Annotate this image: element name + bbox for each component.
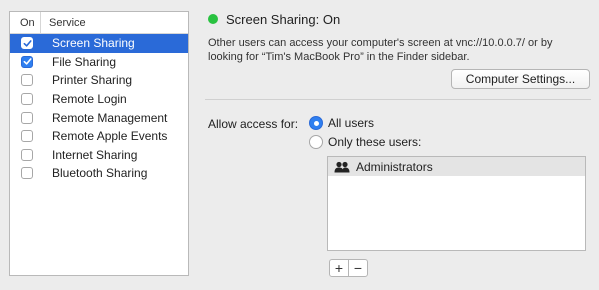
allow-access-label: Allow access for: xyxy=(208,117,299,131)
service-checkbox[interactable] xyxy=(21,130,33,143)
service-row[interactable]: Internet Sharing xyxy=(10,146,188,165)
service-checkbox[interactable] xyxy=(21,93,33,106)
users-list: Administrators xyxy=(327,156,586,251)
radio-all-users[interactable]: All users xyxy=(309,116,374,130)
remove-user-button[interactable]: − xyxy=(348,260,367,276)
radio-only-these-users[interactable]: Only these users: xyxy=(309,135,421,149)
service-checkbox[interactable] xyxy=(21,37,33,50)
service-row[interactable]: Screen Sharing xyxy=(10,34,188,53)
column-header-service[interactable]: Service xyxy=(40,12,86,33)
service-label: Bluetooth Sharing xyxy=(52,166,148,181)
list-item[interactable]: Administrators xyxy=(328,157,585,176)
radio-button-icon[interactable] xyxy=(309,135,323,149)
service-label: Printer Sharing xyxy=(52,73,133,88)
divider xyxy=(205,99,591,100)
service-checkbox[interactable] xyxy=(21,55,33,68)
service-status-title: Screen Sharing: On xyxy=(226,12,341,27)
computer-settings-button[interactable]: Computer Settings... xyxy=(451,69,590,89)
service-label: Remote Management xyxy=(52,110,168,125)
checkbox-cell xyxy=(10,130,40,143)
radio-all-users-label: All users xyxy=(328,116,375,130)
checkbox-cell xyxy=(10,37,40,50)
checkmark-icon xyxy=(23,58,32,66)
service-checkbox[interactable] xyxy=(21,167,33,180)
service-label: Remote Apple Events xyxy=(52,129,168,144)
service-checkbox[interactable] xyxy=(21,74,33,87)
service-row[interactable]: File Sharing xyxy=(10,53,188,72)
service-label: File Sharing xyxy=(52,54,117,69)
service-description: Other users can access your computer's s… xyxy=(208,37,553,63)
checkbox-cell xyxy=(10,93,40,106)
service-label: Remote Login xyxy=(52,92,127,107)
service-checkbox[interactable] xyxy=(21,111,33,124)
add-user-button[interactable]: + xyxy=(330,260,348,276)
checkbox-cell xyxy=(10,55,40,68)
service-row[interactable]: Printer Sharing xyxy=(10,71,188,90)
service-row[interactable]: Bluetooth Sharing xyxy=(10,164,188,183)
checkbox-cell xyxy=(10,111,40,124)
checkmark-icon xyxy=(23,39,32,47)
services-list-header: On Service xyxy=(10,12,188,34)
service-row[interactable]: Remote Apple Events xyxy=(10,127,188,146)
checkbox-cell xyxy=(10,74,40,87)
user-name: Administrators xyxy=(356,159,433,174)
checkbox-cell xyxy=(10,167,40,180)
add-remove-buttons: + − xyxy=(329,259,368,277)
service-label: Screen Sharing xyxy=(52,36,135,51)
services-list: On Service Screen Sharing File Sharing Pri… xyxy=(9,11,189,276)
service-row[interactable]: Remote Login xyxy=(10,90,188,109)
service-row[interactable]: Remote Management xyxy=(10,108,188,127)
services-rows: Screen Sharing File Sharing Printer Sharin… xyxy=(10,34,188,183)
checkbox-cell xyxy=(10,148,40,161)
status-indicator-icon xyxy=(208,14,218,24)
radio-button-icon[interactable] xyxy=(309,116,323,130)
service-checkbox[interactable] xyxy=(21,148,33,161)
group-icon xyxy=(334,161,350,172)
column-header-on[interactable]: On xyxy=(10,17,40,29)
service-label: Internet Sharing xyxy=(52,147,138,162)
radio-only-these-users-label: Only these users: xyxy=(328,135,422,149)
